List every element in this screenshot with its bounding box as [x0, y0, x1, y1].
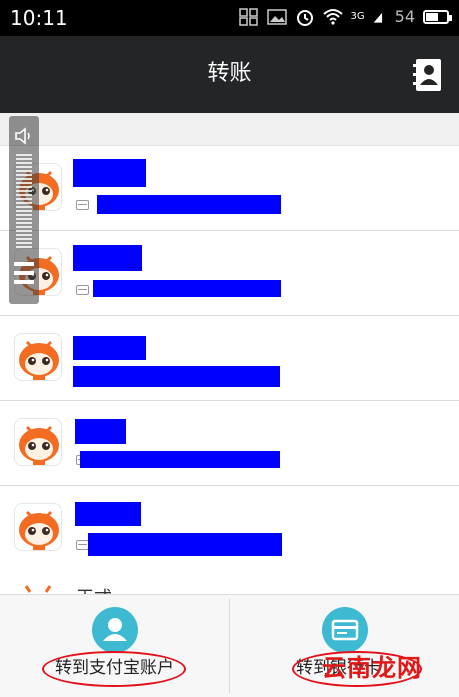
- transfer-to-alipay-button[interactable]: 转到支付宝账户: [0, 595, 229, 697]
- recipient-row[interactable]: [0, 316, 459, 401]
- redacted-name: [73, 159, 146, 187]
- robot-avatar-icon: [24, 585, 52, 593]
- recipient-row-partial[interactable]: 王式: [0, 570, 459, 594]
- redacted-account: [93, 280, 281, 297]
- redacted-name: [73, 245, 142, 271]
- speaker-icon: [15, 127, 30, 145]
- redacted-account: [73, 366, 280, 387]
- battery-icon: [423, 10, 452, 24]
- redacted-name: [75, 502, 141, 526]
- redacted-account: [88, 533, 282, 556]
- title-bar: 转账: [0, 36, 459, 113]
- status-icons: 3G 54: [238, 7, 452, 27]
- battery-level-text: 54: [394, 7, 415, 26]
- redacted-name: [75, 419, 126, 444]
- network-type-label: 3G: [350, 11, 365, 22]
- bank-card-icon: [322, 607, 368, 653]
- robot-avatar-icon: [19, 425, 59, 465]
- section-spacer: [0, 113, 459, 146]
- redacted-account: [97, 195, 281, 214]
- bank-card-icon: [76, 285, 89, 295]
- red-annotation-oval: [42, 651, 186, 687]
- wifi-icon: [322, 9, 343, 25]
- grid-icon: [238, 8, 258, 26]
- volume-overlay[interactable]: [9, 116, 39, 304]
- signal-icon: [373, 12, 382, 23]
- recent-recipients-list: [0, 146, 459, 571]
- redacted-name: [73, 336, 146, 360]
- recipient-row[interactable]: [0, 146, 459, 231]
- image-icon: [266, 9, 287, 25]
- alarm-icon: [296, 10, 313, 26]
- menu-icon[interactable]: [14, 262, 34, 294]
- volume-level-bars[interactable]: [16, 154, 32, 250]
- recipient-name: 王式: [76, 584, 112, 594]
- bank-card-icon: [76, 200, 89, 210]
- redacted-account: [80, 451, 280, 468]
- robot-avatar-icon: [19, 510, 59, 550]
- recipient-row[interactable]: [0, 486, 459, 571]
- recipient-row[interactable]: [0, 231, 459, 316]
- recipient-avatar: [14, 418, 62, 466]
- status-time: 10:11: [10, 6, 68, 30]
- status-bar: 10:11 3G 54: [0, 0, 459, 36]
- site-watermark: 云南龙网: [322, 654, 422, 682]
- robot-avatar-icon: [19, 340, 59, 380]
- recipient-avatar: [14, 503, 62, 551]
- page-title: 转账: [207, 61, 252, 86]
- user-icon: [92, 607, 138, 653]
- contacts-book-icon[interactable]: [413, 58, 443, 92]
- recipient-row[interactable]: [0, 401, 459, 486]
- recipient-avatar: [14, 333, 62, 381]
